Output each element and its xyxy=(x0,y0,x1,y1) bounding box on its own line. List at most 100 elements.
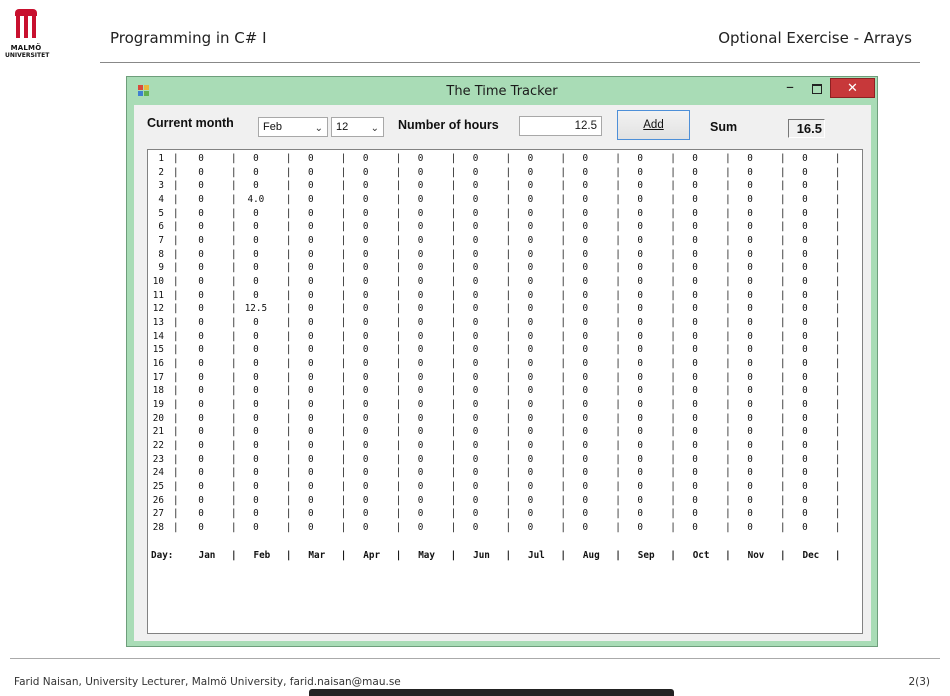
column-separator: | xyxy=(285,467,292,479)
column-separator: | xyxy=(780,153,786,164)
table-cell: 0 xyxy=(802,248,808,260)
column-separator: | xyxy=(340,412,347,424)
table-cell: 0 xyxy=(637,153,643,164)
column-separator: | xyxy=(450,453,457,465)
column-separator: | xyxy=(395,194,402,205)
table-row: 2 | 0 | 0 | 0 | 0 | 0 | 0 | 0 | 0 | 0 | 0 | 0 | 0 | xyxy=(148,167,862,181)
day-select[interactable]: 12 ⌄ xyxy=(331,117,384,137)
table-cell: 0 xyxy=(307,481,314,493)
table-cell: 0 xyxy=(692,467,698,479)
column-separator: | xyxy=(231,440,237,452)
table-row: 26 | 0 | 0 | 0 | 0 | 0 | 0 | 0 | 0 | 0 | 0 | 0 | 0 | xyxy=(148,495,862,509)
column-separator: | xyxy=(450,207,457,219)
column-separator: | xyxy=(780,399,786,411)
table-cell: 0 xyxy=(417,317,424,329)
table-cell: 0 xyxy=(527,508,534,520)
column-separator: | xyxy=(615,262,621,274)
table-row: 4 | 0 | 4.0 | 0 | 0 | 0 | 0 | 0 | 0 | 0 | 0 | 0 | 0 | xyxy=(148,194,862,208)
column-separator: | xyxy=(834,412,841,424)
table-cell: 0 xyxy=(802,235,808,247)
hours-input[interactable]: 12.5 xyxy=(519,116,602,136)
table-cell: 0 xyxy=(472,262,479,274)
presentation-toolbar[interactable] xyxy=(309,689,674,696)
table-row: 18 | 0 | 0 | 0 | 0 | 0 | 0 | 0 | 0 | 0 | 0 | 0 | 0 | xyxy=(148,385,862,399)
table-cell: 0 xyxy=(362,276,369,288)
table-cell: 0 xyxy=(747,180,753,192)
table-cell: 0 xyxy=(692,358,698,370)
table-cell: 0 xyxy=(527,358,534,370)
column-separator: | xyxy=(450,494,457,506)
column-separator: | xyxy=(395,221,402,233)
column-separator: | xyxy=(505,522,512,534)
column-separator: | xyxy=(834,180,841,192)
column-separator: | xyxy=(231,276,237,288)
time-tracker-window: The Time Tracker – ✕ Current month Feb ⌄… xyxy=(126,76,878,647)
table-cell: 0 xyxy=(747,385,753,397)
table-cell: 0 xyxy=(362,180,369,192)
maximize-icon xyxy=(812,84,822,94)
month-select[interactable]: Feb ⌄ xyxy=(258,117,328,137)
window-titlebar[interactable]: The Time Tracker – ✕ xyxy=(127,77,877,105)
column-separator: | xyxy=(615,166,621,178)
column-separator: | xyxy=(450,549,457,561)
column-separator: | xyxy=(340,522,347,534)
column-separator: | xyxy=(450,248,457,260)
table-row: 13 | 0 | 0 | 0 | 0 | 0 | 0 | 0 | 0 | 0 | 0 | 0 | 0 | xyxy=(148,317,862,331)
column-separator: | xyxy=(450,330,457,342)
column-separator: | xyxy=(285,289,292,301)
table-cell: 0 xyxy=(198,371,204,383)
malmo-university-logo: MALMÖ UNIVERSITET xyxy=(5,9,49,64)
form-client-area: Current month Feb ⌄ 12 ⌄ Number of hours… xyxy=(134,105,871,641)
column-separator: | xyxy=(173,166,179,178)
table-cell: 0 xyxy=(198,330,204,342)
column-separator: | xyxy=(780,358,786,370)
day-number: 16 xyxy=(152,358,164,370)
column-separator: | xyxy=(725,467,731,479)
table-cell: 0 xyxy=(582,248,589,260)
add-button[interactable]: Add xyxy=(617,110,690,140)
table-row: 28 | 0 | 0 | 0 | 0 | 0 | 0 | 0 | 0 | 0 | 0 | 0 | 0 | xyxy=(148,522,862,536)
column-separator: | xyxy=(560,235,566,247)
table-cell: 0 xyxy=(692,426,698,438)
day-number: 9 xyxy=(158,262,164,274)
table-cell: 0 xyxy=(198,166,204,178)
maximize-button[interactable] xyxy=(808,80,826,98)
table-cell: 0 xyxy=(198,221,204,233)
column-separator: | xyxy=(285,412,292,424)
column-separator: | xyxy=(615,426,621,438)
column-separator: | xyxy=(173,522,179,534)
table-cell: 0 xyxy=(362,221,369,233)
table-cell: 0 xyxy=(362,440,369,452)
table-cell: 0 xyxy=(527,494,534,506)
chevron-down-icon: ⌄ xyxy=(370,123,379,134)
column-separator: | xyxy=(173,276,179,288)
column-separator: | xyxy=(834,303,841,315)
table-cell: 0 xyxy=(198,440,204,452)
table-cell: 0 xyxy=(417,522,424,534)
column-separator: | xyxy=(560,467,566,479)
table-cell: 0 xyxy=(692,494,698,506)
table-cell: 0 xyxy=(417,153,424,164)
column-separator: | xyxy=(780,276,786,288)
table-cell: 0 xyxy=(253,508,259,520)
column-separator: | xyxy=(173,194,179,205)
table-cell: 0 xyxy=(307,289,314,301)
month-select-value: Feb xyxy=(263,121,282,133)
table-cell: 0 xyxy=(527,330,534,342)
column-separator: | xyxy=(834,221,841,233)
column-separator: | xyxy=(231,453,237,465)
column-separator: | xyxy=(231,153,237,164)
column-separator: | xyxy=(615,481,621,493)
column-separator: | xyxy=(231,207,237,219)
column-separator: | xyxy=(340,207,347,219)
close-button[interactable]: ✕ xyxy=(830,78,875,98)
table-cell: 0 xyxy=(527,317,534,329)
column-separator: | xyxy=(231,426,237,438)
minimize-button[interactable]: – xyxy=(780,79,800,98)
table-cell: 0 xyxy=(198,194,204,205)
column-separator: | xyxy=(834,248,841,260)
hours-listbox[interactable]: 1 | 0 | 0 | 0 | 0 | 0 | 0 | 0 | 0 | 0 | 0 | 0 | 0 | 2 | 0 | 0 | 0 | 0 | 0 | 0 |… xyxy=(147,149,863,634)
table-cell: 0 xyxy=(307,221,314,233)
table-cell: 0 xyxy=(472,358,479,370)
table-cell: 0 xyxy=(637,303,643,315)
